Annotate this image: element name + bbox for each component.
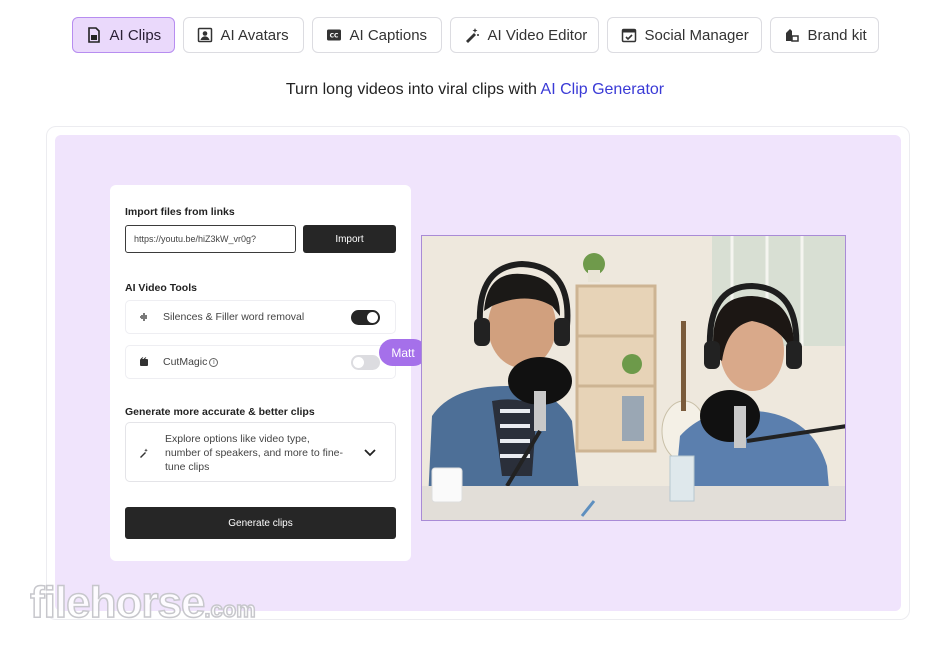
audio-wave-icon bbox=[139, 312, 149, 322]
svg-text:CC: CC bbox=[329, 33, 338, 40]
tool-label: CutMagic bbox=[163, 356, 208, 368]
chevron-down-icon bbox=[364, 449, 376, 457]
tab-ai-captions[interactable]: CC AI Captions bbox=[311, 17, 442, 53]
tools-heading: AI Video Tools bbox=[125, 282, 197, 294]
tab-label: Social Manager bbox=[644, 26, 749, 44]
clip-settings-panel: Import files from links https://youtu.be… bbox=[110, 185, 411, 561]
import-button[interactable]: Import bbox=[303, 225, 396, 253]
tool-label: Silences & Filler word removal bbox=[163, 311, 305, 323]
silence-removal-toggle[interactable] bbox=[351, 310, 380, 325]
podcast-hosts-image bbox=[422, 236, 845, 520]
ai-clip-generator-link[interactable]: AI Clip Generator bbox=[541, 81, 665, 98]
tab-ai-clips[interactable]: AI Clips bbox=[71, 17, 175, 53]
scissors-magic-icon bbox=[139, 357, 149, 367]
watermark-suffix: .com bbox=[204, 596, 257, 623]
podcast-video-preview bbox=[421, 235, 846, 521]
tagline-text: Turn long videos into viral clips with bbox=[285, 81, 541, 98]
demo-stage: Import files from links https://youtu.be… bbox=[55, 135, 901, 611]
options-description: Explore options like video type, number … bbox=[165, 433, 344, 473]
tab-label: AI Video Editor bbox=[487, 26, 588, 44]
brand-kit-icon bbox=[785, 29, 799, 42]
generate-heading: Generate more accurate & better clips bbox=[125, 406, 315, 418]
clip-options-dropdown[interactable]: Explore options like video type, number … bbox=[125, 422, 396, 482]
magic-wand-icon bbox=[465, 28, 479, 43]
info-icon[interactable]: i bbox=[209, 357, 219, 367]
toggle-knob bbox=[367, 312, 378, 323]
file-clip-icon bbox=[87, 27, 100, 43]
tab-label: AI Clips bbox=[109, 26, 162, 44]
import-heading: Import files from links bbox=[125, 206, 235, 218]
toggle-knob bbox=[353, 357, 364, 368]
product-tab-bar: AI Clips AI Avatars CC AI Captions AI Vi… bbox=[0, 17, 950, 53]
tab-label: AI Avatars bbox=[220, 26, 289, 44]
avatar-portrait-icon bbox=[197, 27, 212, 43]
tool-cutmagic: CutMagic i bbox=[125, 345, 396, 379]
tab-label: Brand kit bbox=[807, 26, 867, 44]
watermark-main: filehorse bbox=[29, 577, 206, 628]
tab-ai-video-editor[interactable]: AI Video Editor bbox=[449, 17, 599, 53]
tab-ai-avatars[interactable]: AI Avatars bbox=[182, 17, 304, 53]
tab-label: AI Captions bbox=[349, 26, 428, 44]
tab-social-manager[interactable]: Social Manager bbox=[606, 17, 762, 53]
cc-captions-icon: CC bbox=[326, 29, 341, 41]
cutmagic-toggle[interactable] bbox=[351, 355, 380, 370]
tab-brand-kit[interactable]: Brand kit bbox=[769, 17, 879, 53]
collaborator-label: Matt bbox=[379, 339, 427, 366]
generate-clips-button[interactable]: Generate clips bbox=[125, 507, 396, 539]
tool-silence-removal: Silences & Filler word removal bbox=[125, 300, 396, 334]
calendar-check-icon bbox=[621, 28, 636, 43]
magic-sparkle-icon bbox=[140, 448, 148, 458]
filehorse-watermark: filehorse.com bbox=[29, 577, 257, 628]
video-url-input[interactable]: https://youtu.be/hiZ3kW_vr0g? bbox=[125, 225, 296, 253]
tagline: Turn long videos into viral clips with A… bbox=[0, 81, 950, 99]
